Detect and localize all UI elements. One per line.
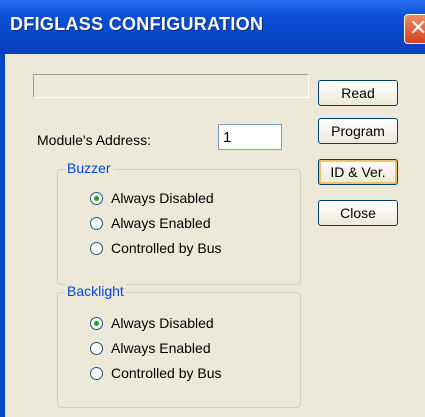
buzzer-option-controlled-by-bus[interactable]: Controlled by Bus: [90, 238, 222, 258]
window-close-button[interactable]: ✕: [404, 14, 425, 44]
radio-button[interactable]: [90, 191, 103, 205]
radio-label: Controlled by Bus: [111, 365, 222, 381]
radio-label: Always Enabled: [111, 340, 211, 356]
buzzer-option-always-enabled[interactable]: Always Enabled: [90, 213, 211, 233]
backlight-group: Backlight Always Disabled Always Enabled…: [57, 283, 301, 408]
backlight-option-always-disabled[interactable]: Always Disabled: [90, 313, 214, 333]
radio-label: Always Disabled: [111, 315, 214, 331]
status-field: [33, 74, 309, 98]
address-label: Module's Address:: [37, 132, 151, 148]
title-bar[interactable]: DFIGLASS CONFIGURATION ✕: [0, 0, 425, 54]
backlight-group-label: Backlight: [65, 283, 126, 299]
backlight-option-always-enabled[interactable]: Always Enabled: [90, 338, 211, 358]
dialog-window: DFIGLASS CONFIGURATION ✕ Module's Addres…: [0, 0, 425, 417]
radio-button[interactable]: [90, 216, 103, 230]
buzzer-group: Buzzer Always Disabled Always Enabled Co…: [57, 160, 301, 285]
address-input[interactable]: [218, 124, 282, 150]
radio-button[interactable]: [90, 341, 103, 355]
program-button[interactable]: Program: [318, 118, 398, 144]
radio-button[interactable]: [90, 316, 103, 330]
buzzer-option-always-disabled[interactable]: Always Disabled: [90, 188, 214, 208]
radio-label: Always Disabled: [111, 190, 214, 206]
dialog-client-area: Module's Address: Buzzer Always Disabled…: [5, 54, 425, 417]
radio-button[interactable]: [90, 366, 103, 380]
read-button[interactable]: Read: [318, 80, 398, 106]
radio-label: Always Enabled: [111, 215, 211, 231]
close-button[interactable]: Close: [318, 200, 398, 226]
buzzer-group-label: Buzzer: [65, 160, 113, 176]
window-title: DFIGLASS CONFIGURATION: [10, 14, 264, 34]
backlight-option-controlled-by-bus[interactable]: Controlled by Bus: [90, 363, 222, 383]
radio-button[interactable]: [90, 241, 103, 255]
id-ver-button[interactable]: ID & Ver.: [318, 159, 398, 185]
close-icon: ✕: [409, 16, 425, 41]
radio-label: Controlled by Bus: [111, 240, 222, 256]
